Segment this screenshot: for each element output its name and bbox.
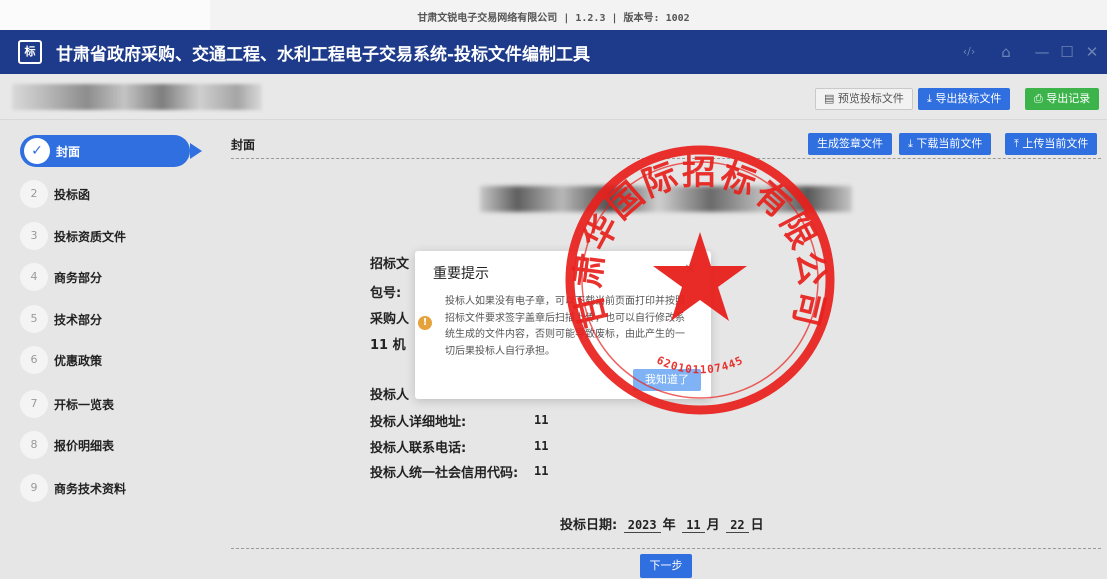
check-icon: ✓ xyxy=(24,138,50,164)
day-unit: 日 xyxy=(750,518,764,533)
sidebar-item-label: 投标资质文件 xyxy=(54,230,127,244)
export-log-button[interactable]: ⎙ 导出记录 xyxy=(1025,88,1100,110)
warning-icon: ! xyxy=(418,316,432,330)
version-text: 甘肃文锐电子交易网络有限公司 | 1.2.3 | 版本号: 1002 xyxy=(417,13,690,24)
ok-button[interactable]: 我知道了 xyxy=(633,369,701,391)
sidebar-item-label: 投标函 xyxy=(54,188,91,202)
project-name-redacted xyxy=(12,84,262,110)
field-label: 11 机 xyxy=(370,338,406,353)
export-label: 导出投标文件 xyxy=(935,92,1002,105)
important-notice-dialog: 重要提示 × ! 投标人如果没有电子章，可以下载当前页面打印并按照招标文件要求签… xyxy=(415,251,711,399)
close-button[interactable]: ✕ xyxy=(1080,40,1104,64)
dialog-title: 重要提示 xyxy=(433,266,489,282)
field-label: 采购人 xyxy=(370,312,410,327)
field-value: 11 xyxy=(534,464,549,478)
minimize-button[interactable]: — xyxy=(1030,40,1054,64)
next-button[interactable]: 下一步 xyxy=(640,554,692,578)
download-button[interactable]: ⤓ 下载当前文件 xyxy=(899,133,992,155)
sidebar-item[interactable]: 7 开标一览表 xyxy=(20,390,220,418)
dialog-message: 投标人如果没有电子章，可以下载当前页面打印并按照招标文件要求签字盖章后扫描上传，… xyxy=(445,296,685,357)
date-day[interactable]: 22 xyxy=(726,518,749,533)
generate-sign-button[interactable]: 生成签章文件 xyxy=(808,133,892,155)
field-label: 招标文 xyxy=(370,257,410,272)
field-label: 投标人详细地址: xyxy=(370,415,467,430)
field-value: 11 xyxy=(534,413,549,427)
devtools-icon[interactable]: ‹/› xyxy=(957,40,981,64)
divider xyxy=(231,158,1101,159)
sidebar-item[interactable]: 8 报价明细表 xyxy=(20,431,220,459)
sidebar-item-cover[interactable]: ✓ 封面 xyxy=(20,135,190,167)
export-log-label: 导出记录 xyxy=(1046,92,1091,105)
app-logo-icon: 标 xyxy=(18,40,42,64)
field-label: 投标人联系电话: xyxy=(370,441,467,456)
app-title: 甘肃省政府采购、交通工程、水利工程电子交易系统-投标文件编制工具 xyxy=(56,45,591,65)
home-icon[interactable]: ⌂ xyxy=(994,40,1018,64)
sidebar-item[interactable]: 5 技术部分 xyxy=(20,305,220,333)
divider xyxy=(231,548,1101,549)
maximize-button[interactable]: ☐ xyxy=(1055,40,1079,64)
date-year[interactable]: 2023 xyxy=(623,518,661,533)
preview-button[interactable]: ▤ 预览投标文件 xyxy=(815,88,913,110)
sidebar-item[interactable]: 6 优惠政策 xyxy=(20,346,220,374)
step-number: 5 xyxy=(20,305,48,333)
preview-icon: ▤ xyxy=(824,92,838,105)
close-icon[interactable]: × xyxy=(684,259,697,278)
field-label: 包号: xyxy=(370,286,402,301)
project-title-redacted xyxy=(480,186,852,212)
download-label: 下载当前文件 xyxy=(916,137,983,150)
version-bar: 甘肃文锐电子交易网络有限公司 | 1.2.3 | 版本号: 1002 xyxy=(0,0,1107,30)
step-number: 8 xyxy=(20,431,48,459)
step-number: 2 xyxy=(20,180,48,208)
sidebar-item[interactable]: 4 商务部分 xyxy=(20,263,220,291)
sidebar-item-label: 封面 xyxy=(56,145,81,159)
sidebar-item-label: 商务技术资料 xyxy=(54,482,127,496)
field-label: 投标人 xyxy=(370,388,410,403)
date-month[interactable]: 11 xyxy=(682,518,705,533)
sidebar-item-label: 商务部分 xyxy=(54,271,103,285)
export-button[interactable]: ⤓ 导出投标文件 xyxy=(918,88,1011,110)
sidebar-item-label: 报价明细表 xyxy=(54,439,115,453)
title-bar: 标 甘肃省政府采购、交通工程、水利工程电子交易系统-投标文件编制工具 ‹/› ⌂… xyxy=(0,30,1107,74)
step-number: 3 xyxy=(20,222,48,250)
preview-label: 预览投标文件 xyxy=(837,92,904,105)
sidebar-item[interactable]: 2 投标函 xyxy=(20,180,220,208)
month-unit: 月 xyxy=(706,518,720,533)
bid-date: 投标日期: 2023 年 11 月 22 日 xyxy=(560,514,764,533)
active-arrow-icon xyxy=(190,143,202,159)
field-label: 投标人统一社会信用代码: xyxy=(370,466,519,481)
section-title: 封面 xyxy=(231,138,256,152)
step-number: 4 xyxy=(20,263,48,291)
sidebar-item[interactable]: 3 投标资质文件 xyxy=(20,222,220,250)
upload-button[interactable]: ⤒ 上传当前文件 xyxy=(1005,133,1098,155)
field-value: 11 xyxy=(534,439,549,453)
year-unit: 年 xyxy=(662,518,676,533)
export-log-icon: ⎙ xyxy=(1034,92,1047,105)
date-label: 投标日期: xyxy=(560,518,618,533)
step-number: 6 xyxy=(20,346,48,374)
step-number: 7 xyxy=(20,390,48,418)
sidebar-item-label: 优惠政策 xyxy=(54,354,103,368)
sidebar-item-label: 开标一览表 xyxy=(54,398,115,412)
step-number: 9 xyxy=(20,474,48,502)
sidebar-item-label: 技术部分 xyxy=(54,313,103,327)
upload-label: 上传当前文件 xyxy=(1022,137,1089,150)
sidebar-item[interactable]: 9 商务技术资料 xyxy=(20,474,220,502)
